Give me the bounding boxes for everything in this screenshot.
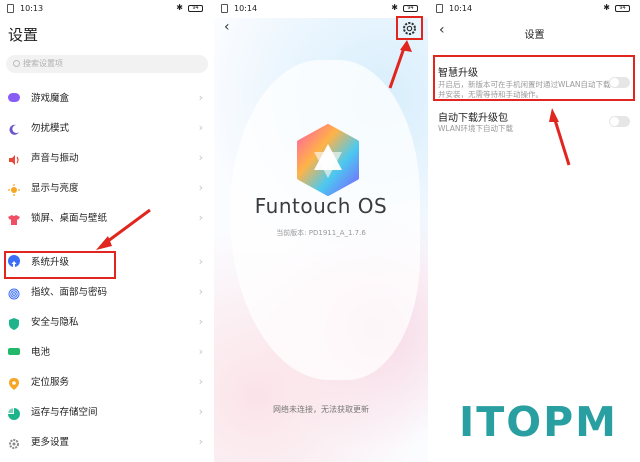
network-status-message: 网络未连接，无法获取更新 [273,405,369,414]
settings-screen: 10:13 ✱ 94 设置 搜索设置项 游戏魔盒 › 勿扰模式 › 声音与振动 … [0,0,213,462]
os-brand-name: Funtouch OS [254,194,388,218]
upgrade-settings-screen: 10:14 ✱ 94 ‹ 设置 智慧升级 开启后，新版本可在手机闲置时通过WLA… [429,0,640,462]
red-arrow-annotation [96,208,151,250]
current-version: 当前版本: PD1911_A_1.7.6 [276,229,366,237]
system-upgrade-screen: 10:14 ✱ 94 ‹ Funtouch OS 当前版本: PD1911_A_… [214,0,428,462]
red-arrow-annotation [549,108,571,166]
funtouch-logo [294,124,362,196]
itopm-watermark: ITOPM [459,398,618,446]
